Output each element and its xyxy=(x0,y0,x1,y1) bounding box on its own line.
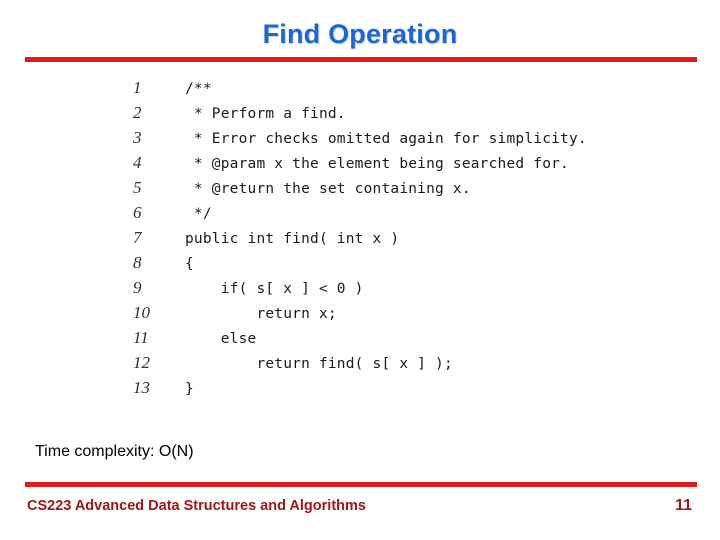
code-line: 2 * Perform a find. xyxy=(125,103,625,128)
header-divider xyxy=(25,57,697,62)
code-line-text: * @param x the element being searched fo… xyxy=(185,156,569,172)
code-line: 8{ xyxy=(125,253,625,278)
code-line-text: return x; xyxy=(185,306,337,322)
code-line-number: 2 xyxy=(133,103,142,122)
code-line-number: 11 xyxy=(133,328,149,347)
page-title: Find Operation xyxy=(262,19,458,49)
code-line-text: { xyxy=(185,256,194,272)
code-line-number: 5 xyxy=(133,178,142,197)
code-line: 13} xyxy=(125,378,625,403)
code-listing: 1/** 2 * Perform a find. 3 * Error checks … xyxy=(125,78,625,403)
code-line-number: 13 xyxy=(133,378,150,397)
code-line: 9 if( s[ x ] < 0 ) xyxy=(125,278,625,303)
time-complexity-note: Time complexity: O(N) xyxy=(35,443,194,460)
code-line-number: 6 xyxy=(133,203,142,222)
code-line-number: 3 xyxy=(133,128,142,147)
code-line-text: /** xyxy=(185,81,212,97)
code-line-number: 8 xyxy=(133,253,142,272)
code-line-text: * Error checks omitted again for simplic… xyxy=(185,131,587,147)
code-line-text: * Perform a find. xyxy=(185,106,346,122)
code-line-number: 4 xyxy=(133,153,142,172)
footer-course-title: CS223 Advanced Data Structures and Algor… xyxy=(27,498,366,514)
slide-canvas: { "slide": { "title": "Find Operation", … xyxy=(0,0,720,540)
code-line-text: * @return the set containing x. xyxy=(185,181,471,197)
footer-page-number: 11 xyxy=(675,497,692,514)
code-line-number: 10 xyxy=(133,303,150,322)
code-line-text: return find( s[ x ] ); xyxy=(185,356,453,372)
code-line: 1 /** xyxy=(125,78,625,103)
code-line-text: if( s[ x ] < 0 ) xyxy=(185,281,364,297)
code-line: 10 return x; xyxy=(125,303,625,328)
code-line-text: else xyxy=(185,331,257,347)
code-line: 5 * @return the set containing x. xyxy=(125,178,625,203)
code-line-number: 9 xyxy=(133,278,142,297)
code-line-number: 1 xyxy=(133,78,142,97)
code-line: 11 else xyxy=(125,328,625,353)
code-line-text: } xyxy=(185,381,194,397)
code-line-text: public int find( int x ) xyxy=(185,231,400,247)
code-line-text: */ xyxy=(185,206,212,222)
code-line: 6 */ xyxy=(125,203,625,228)
code-line-number: 7 xyxy=(133,228,142,247)
code-line: 7 public int find( int x ) xyxy=(125,228,625,253)
code-line: 4 * @param x the element being searched … xyxy=(125,153,625,178)
code-line: 3 * Error checks omitted again for simpl… xyxy=(125,128,625,153)
footer-divider xyxy=(25,482,697,487)
code-line: 12 return find( s[ x ] ); xyxy=(125,353,625,378)
code-line-number: 12 xyxy=(133,353,150,372)
